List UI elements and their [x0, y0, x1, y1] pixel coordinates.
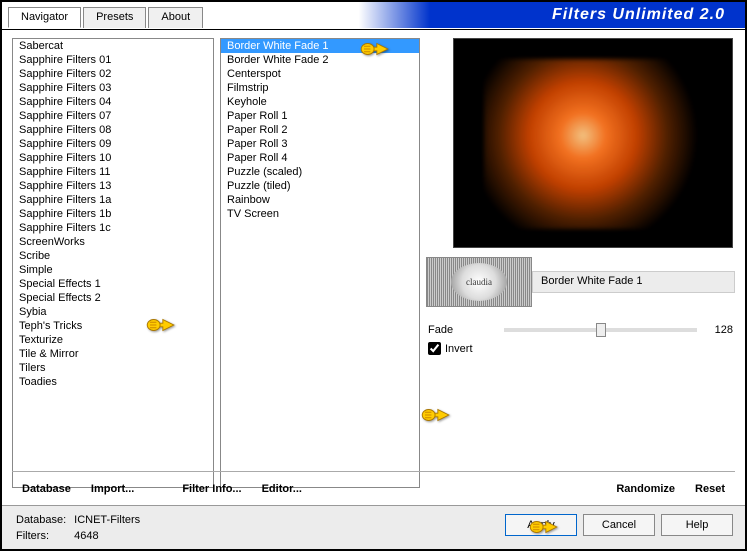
list-item[interactable]: Paper Roll 2: [221, 123, 419, 137]
list-item[interactable]: Texturize: [13, 333, 213, 347]
db-value: ICNET-Filters: [74, 513, 140, 527]
list-item[interactable]: Simple: [13, 263, 213, 277]
list-item[interactable]: Tile & Mirror: [13, 347, 213, 361]
list-item[interactable]: Sapphire Filters 09: [13, 137, 213, 151]
database-button[interactable]: Database: [12, 479, 81, 499]
randomize-button[interactable]: Randomize: [606, 479, 685, 499]
filter-info-button[interactable]: Filter Info...: [172, 479, 251, 499]
app-title: Filters Unlimited 2.0: [552, 6, 725, 24]
list-item[interactable]: Border White Fade 1: [221, 39, 419, 53]
tab-navigator[interactable]: Navigator: [8, 7, 81, 28]
footer-info: Database:ICNET-Filters Filters:4648: [14, 511, 142, 545]
list-item[interactable]: Puzzle (tiled): [221, 179, 419, 193]
invert-checkbox[interactable]: [428, 342, 441, 355]
list-item[interactable]: Rainbow: [221, 193, 419, 207]
fade-slider[interactable]: [504, 328, 697, 332]
invert-row: Invert: [426, 340, 735, 357]
list-item[interactable]: Paper Roll 4: [221, 151, 419, 165]
filters-value: 4648: [74, 529, 140, 543]
help-button[interactable]: Help: [661, 514, 733, 536]
list-item[interactable]: Sapphire Filters 02: [13, 67, 213, 81]
list-item[interactable]: Sapphire Filters 10: [13, 151, 213, 165]
list-item[interactable]: Sapphire Filters 11: [13, 165, 213, 179]
list-item[interactable]: Sabercat: [13, 39, 213, 53]
editor-button[interactable]: Editor...: [252, 479, 312, 499]
apply-button[interactable]: Apply: [505, 514, 577, 536]
author-stamp: claudia: [426, 257, 532, 307]
list-item[interactable]: Teph's Tricks: [13, 319, 213, 333]
filter-list[interactable]: Border White Fade 1Border White Fade 2Ce…: [220, 38, 420, 488]
list-item[interactable]: Toadies: [13, 375, 213, 389]
tab-about[interactable]: About: [148, 7, 203, 28]
preview-content: [484, 59, 704, 229]
header: Navigator Presets About Filters Unlimite…: [2, 2, 745, 30]
list-item[interactable]: Scribe: [13, 249, 213, 263]
db-label: Database:: [16, 513, 72, 527]
list-item[interactable]: Filmstrip: [221, 81, 419, 95]
list-item[interactable]: Sapphire Filters 07: [13, 109, 213, 123]
list-item[interactable]: Sapphire Filters 13: [13, 179, 213, 193]
cancel-button[interactable]: Cancel: [583, 514, 655, 536]
parameter-panel: claudia Border White Fade 1 Fade 128 Inv…: [426, 254, 735, 357]
tab-presets[interactable]: Presets: [83, 7, 146, 28]
right-panel: claudia Border White Fade 1 Fade 128 Inv…: [426, 38, 735, 492]
list-item[interactable]: Sapphire Filters 03: [13, 81, 213, 95]
footer: Database:ICNET-Filters Filters:4648 Appl…: [2, 505, 745, 549]
list-item[interactable]: Keyhole: [221, 95, 419, 109]
list-item[interactable]: Paper Roll 1: [221, 109, 419, 123]
list-item[interactable]: Sapphire Filters 1c: [13, 221, 213, 235]
preview-image: [453, 38, 733, 248]
category-list-scroll[interactable]: SabercatSapphire Filters 01Sapphire Filt…: [13, 39, 213, 487]
list-item[interactable]: Border White Fade 2: [221, 53, 419, 67]
stamp-label: claudia: [451, 263, 507, 301]
list-item[interactable]: Sapphire Filters 1a: [13, 193, 213, 207]
list-item[interactable]: Sapphire Filters 04: [13, 95, 213, 109]
list-item[interactable]: Special Effects 1: [13, 277, 213, 291]
import-button[interactable]: Import...: [81, 479, 144, 499]
fade-slider-thumb[interactable]: [596, 323, 606, 337]
list-item[interactable]: Puzzle (scaled): [221, 165, 419, 179]
fade-slider-row: Fade 128: [426, 320, 735, 340]
list-item[interactable]: Sapphire Filters 08: [13, 123, 213, 137]
list-item[interactable]: TV Screen: [221, 207, 419, 221]
fade-value: 128: [703, 324, 733, 336]
list-item[interactable]: Sapphire Filters 01: [13, 53, 213, 67]
list-item[interactable]: Tilers: [13, 361, 213, 375]
reset-button[interactable]: Reset: [685, 479, 735, 499]
list-item[interactable]: Special Effects 2: [13, 291, 213, 305]
list-item[interactable]: Sybia: [13, 305, 213, 319]
tab-bar: Navigator Presets About: [8, 7, 205, 28]
category-list: SabercatSapphire Filters 01Sapphire Filt…: [12, 38, 214, 488]
filters-label: Filters:: [16, 529, 72, 543]
fade-label: Fade: [428, 324, 498, 336]
list-item[interactable]: Centerspot: [221, 67, 419, 81]
button-bar: Database Import... Filter Info... Editor…: [12, 471, 735, 499]
main-area: SabercatSapphire Filters 01Sapphire Filt…: [2, 30, 745, 492]
list-item[interactable]: Paper Roll 3: [221, 137, 419, 151]
filter-title: Border White Fade 1: [532, 271, 735, 293]
invert-label: Invert: [445, 343, 473, 355]
list-item[interactable]: ScreenWorks: [13, 235, 213, 249]
title-banner: Filters Unlimited 2.0: [325, 2, 745, 28]
list-item[interactable]: Sapphire Filters 1b: [13, 207, 213, 221]
footer-buttons: Apply Cancel Help: [505, 514, 733, 536]
